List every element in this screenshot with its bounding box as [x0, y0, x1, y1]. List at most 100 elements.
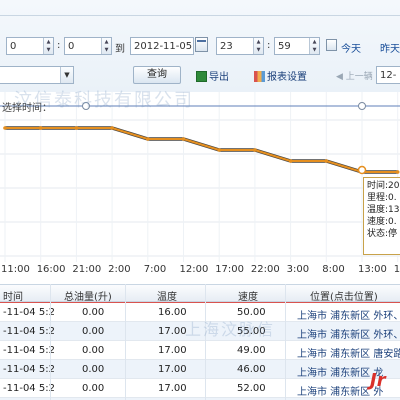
x-tick-label: 18 — [393, 264, 400, 275]
series-point[interactable] — [38, 126, 43, 130]
today-calendar-icon[interactable] — [326, 39, 337, 51]
to-label: 到 — [115, 44, 125, 55]
cell-time: -11-04 5:2 — [3, 383, 55, 394]
end-hour-value: 23 — [220, 41, 233, 52]
column-header-speed[interactable]: 速度 — [238, 288, 258, 303]
series-line — [5, 127, 398, 173]
series-point[interactable] — [395, 170, 400, 174]
cell-time: -11-04 5:2 — [3, 326, 55, 337]
cell-fuel: 0.00 — [82, 364, 105, 375]
calendar-icon[interactable] — [195, 37, 208, 52]
cell-temp: 17.00 — [158, 364, 187, 375]
series-point[interactable] — [3, 126, 7, 130]
colon-separator: : — [267, 40, 271, 51]
page-size-combo[interactable]: 12- — [376, 66, 400, 84]
tooltip-line: 速度:0. — [367, 217, 397, 227]
column-header-time[interactable]: 时间 — [3, 288, 23, 303]
column-divider — [205, 284, 206, 400]
column-divider — [50, 284, 51, 400]
cell-fuel: 0.00 — [82, 345, 105, 356]
cell-time: -11-04 5:2 — [3, 345, 55, 356]
spinner-arrows[interactable]: ▲ ▼ — [253, 38, 263, 54]
end-hour-spinner[interactable]: 23 ▲ ▼ — [216, 37, 264, 55]
table-row[interactable]: -11-04 5:2 0.00 17.00 49.00 上海市 浦东新区 唐安路 — [0, 341, 400, 360]
end-minute-value: 59 — [278, 41, 291, 52]
report-settings-button[interactable]: 报表设置 — [254, 68, 307, 83]
x-tick-label: 22:00 — [250, 264, 280, 275]
series-point[interactable] — [74, 126, 79, 130]
colon-separator: : — [57, 40, 61, 51]
data-tooltip: 时间:20 里程:0. 温度:13 速度:0. 状态:停 — [363, 177, 400, 255]
export-label: 导出 — [209, 72, 229, 83]
series-point[interactable] — [181, 137, 186, 141]
start-hour-value: 0 — [10, 41, 17, 52]
column-header-temp[interactable]: 温度 — [157, 288, 177, 303]
x-tick-label: 8:00 — [322, 264, 345, 275]
spinner-arrows[interactable]: ▲ ▼ — [43, 38, 53, 54]
x-tick-label: 16:00 — [36, 264, 66, 275]
report-icon — [254, 71, 265, 82]
toolbar-divider — [0, 15, 400, 16]
cell-time: -11-04 5:2 — [3, 307, 55, 318]
export-button[interactable]: 导出 — [196, 68, 229, 83]
query-button[interactable]: 查询 — [133, 66, 181, 84]
report-settings-label: 报表设置 — [267, 72, 307, 83]
cell-temp: 17.00 — [158, 326, 187, 337]
spinner-arrows[interactable]: ▲ ▼ — [101, 38, 111, 54]
hover-point[interactable] — [357, 165, 367, 175]
watermark-text: 汶信泰科技有限公司 — [14, 90, 194, 111]
start-minute-spinner[interactable]: 0 ▲ ▼ — [64, 37, 112, 55]
cell-time: -11-04 5:2 — [3, 364, 55, 375]
cell-location[interactable]: 上海市 浦东新区 外环、 — [297, 307, 400, 322]
cell-location[interactable]: 上海市 浦东新区 唐安路 — [297, 345, 400, 360]
today-link[interactable]: 今天 — [341, 40, 361, 55]
grid-lines — [0, 92, 400, 262]
tooltip-line: 时间:20 — [367, 181, 400, 191]
cell-fuel: 0.00 — [82, 307, 105, 318]
series-point[interactable] — [217, 148, 221, 152]
cell-temp: 17.00 — [158, 345, 187, 356]
chart-canvas — [0, 92, 400, 262]
column-header-fuel[interactable]: 总油量(升) — [64, 288, 112, 303]
spinner-arrows[interactable]: ▲ ▼ — [309, 38, 319, 54]
start-hour-spinner[interactable]: 0 ▲ ▼ — [6, 37, 54, 55]
series-point[interactable] — [146, 137, 150, 141]
x-tick-label: 17:00 — [215, 264, 245, 275]
tooltip-line: 温度:13 — [367, 205, 400, 215]
column-header-location[interactable]: 位置(点击位置) — [310, 288, 378, 303]
series-point[interactable] — [253, 148, 257, 152]
table-row[interactable]: -11-04 5:2 0.00 17.00 52.00 上海市 浦东新区 外 — [0, 379, 400, 398]
cell-fuel: 0.00 — [82, 383, 105, 394]
x-tick-label: 21:00 — [72, 264, 102, 275]
x-tick-label: 13:00 — [358, 264, 387, 275]
x-axis-labels: 11:00 16:00 21:00 2:00 7:00 12:00 17:00 22:00 3:… — [0, 262, 400, 284]
query-toolbar: 0 ▲ ▼ 0 ▲ ▼ : 到 2012-11-05 23 ▲ ▼ : 59 ▲ ▼ 今… — [0, 0, 400, 92]
series-point[interactable] — [288, 159, 293, 163]
time-selector-end-handle[interactable] — [358, 102, 366, 110]
table-row[interactable]: -11-04 5:2 0.00 17.00 46.00 上海市 浦东新区 龙 — [0, 360, 400, 379]
cell-location[interactable]: 上海市 浦东新区 外环、 — [297, 326, 400, 341]
watermark-text: 上海汶脉信 — [185, 320, 276, 339]
chevron-down-icon[interactable]: ▼ — [60, 67, 73, 83]
x-tick-label: 12:00 — [179, 264, 209, 275]
cell-speed: 52.00 — [237, 383, 266, 394]
column-divider — [125, 284, 126, 400]
excel-icon — [196, 71, 207, 82]
tooltip-line: 里程:0. — [367, 193, 397, 203]
vehicle-select[interactable]: ▼ — [0, 66, 74, 84]
series-point[interactable] — [324, 159, 329, 163]
column-divider — [285, 284, 286, 400]
x-tick-label: 2:00 — [108, 264, 131, 275]
x-tick-label: 11:00 — [1, 264, 30, 275]
yesterday-link[interactable]: 昨天 — [380, 40, 400, 55]
cell-speed: 49.00 — [237, 345, 266, 356]
end-date-field[interactable]: 2012-11-05 — [130, 37, 194, 55]
cell-temp: 17.00 — [158, 383, 187, 394]
x-tick-label: 3:00 — [286, 264, 310, 275]
cell-temp: 16.00 — [158, 307, 187, 318]
cell-speed: 46.00 — [237, 364, 266, 375]
end-minute-spinner[interactable]: 59 ▲ ▼ — [274, 37, 320, 55]
temperature-chart: 选择时间： 汶信泰科技有限公司 时间:20 里程:0. 温度:13 速度:0. … — [0, 90, 400, 262]
prev-vehicle-button[interactable]: ◀ 上一辆 — [336, 69, 373, 82]
series-point[interactable] — [110, 126, 114, 130]
